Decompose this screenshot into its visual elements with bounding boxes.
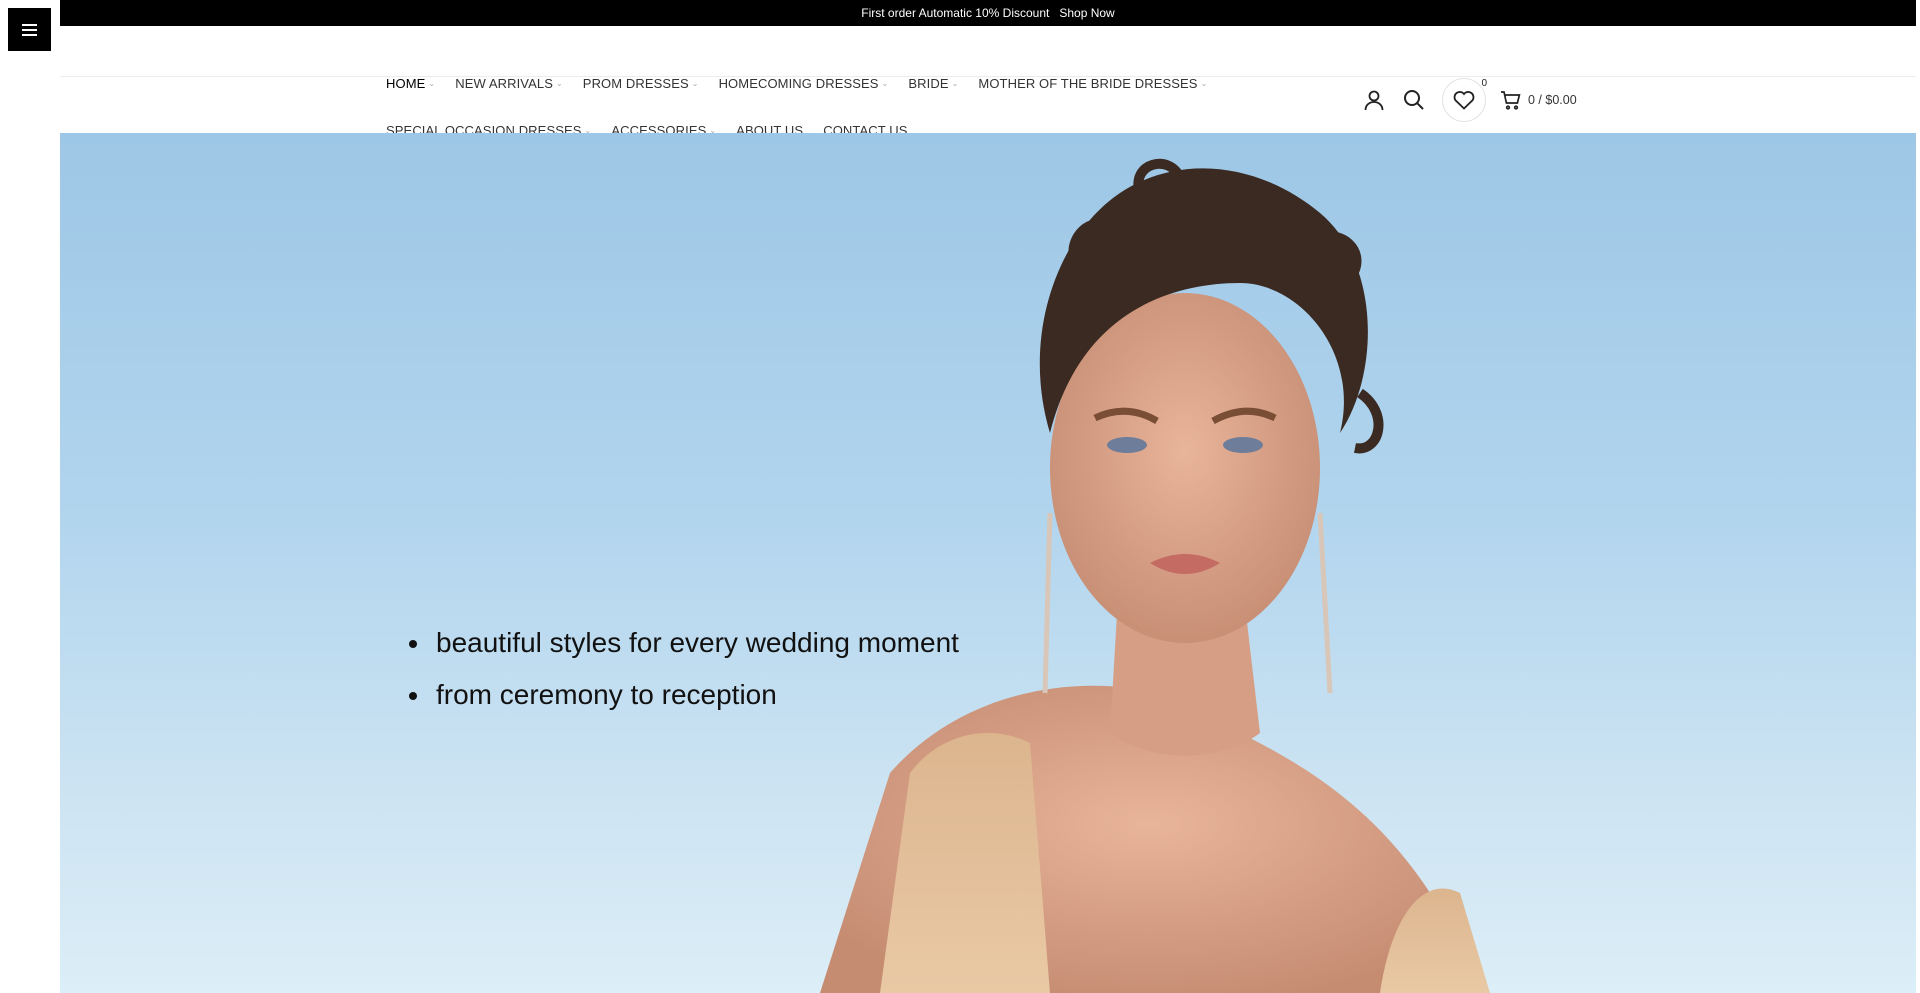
chevron-down-icon: ⌄ [428,78,436,88]
main-area: First order Automatic 10% Discount Shop … [60,0,1916,993]
nav-item-prom-dresses[interactable]: PROM DRESSES ⌄ [583,76,699,91]
site-header: HOME ⌄ NEW ARRIVALS ⌄ PROM DRESSES ⌄ HOMECO… [60,26,1916,138]
chevron-down-icon: ⌄ [555,78,563,88]
shop-now-link[interactable]: Shop Now [1059,6,1114,20]
nav-item-bride[interactable]: BRIDE ⌄ [908,76,958,91]
nav-item-mother-of-the-bride[interactable]: MOTHER OF THE BRIDE DRESSES ⌄ [978,76,1207,91]
main-nav-row-1: HOME ⌄ NEW ARRIVALS ⌄ PROM DRESSES ⌄ HOMECO… [386,73,1227,93]
promo-text: First order Automatic 10% Discount [861,6,1050,20]
header-top-band [60,26,1916,77]
cart-icon [1501,91,1521,110]
nav-item-home[interactable]: HOME ⌄ [386,76,435,91]
chevron-down-icon: ⌄ [881,78,889,88]
hero-banner: beautiful styles for every wedding momen… [60,133,1916,993]
search-button[interactable] [1398,84,1430,116]
menu-toggle-button[interactable] [8,8,51,51]
promo-bar: First order Automatic 10% Discount Shop … [60,0,1916,26]
hamburger-icon [22,24,37,26]
cart-summary: 0 / $0.00 [1528,93,1577,107]
wishlist-button[interactable]: 0 [1442,78,1487,122]
hero-model-image [820,158,1490,993]
hero-text-list: beautiful styles for every wedding momen… [404,617,959,721]
left-rail [0,0,61,993]
chevron-down-icon: ⌄ [1200,78,1208,88]
hero-line-1: beautiful styles for every wedding momen… [432,617,959,669]
cart-button[interactable]: 0 / $0.00 [1500,90,1577,110]
nav-item-new-arrivals[interactable]: NEW ARRIVALS ⌄ [455,76,563,91]
heart-icon [1453,91,1475,110]
user-icon [1364,90,1384,111]
header-actions: 0 0 / $0.00 [1358,78,1577,122]
hero-line-2: from ceremony to reception [432,669,959,721]
search-icon [1404,90,1424,110]
account-button[interactable] [1358,84,1390,116]
wishlist-count: 0 [1481,78,1487,89]
chevron-down-icon: ⌄ [951,78,959,88]
chevron-down-icon: ⌄ [691,78,699,88]
nav-item-homecoming-dresses[interactable]: HOMECOMING DRESSES ⌄ [719,76,889,91]
